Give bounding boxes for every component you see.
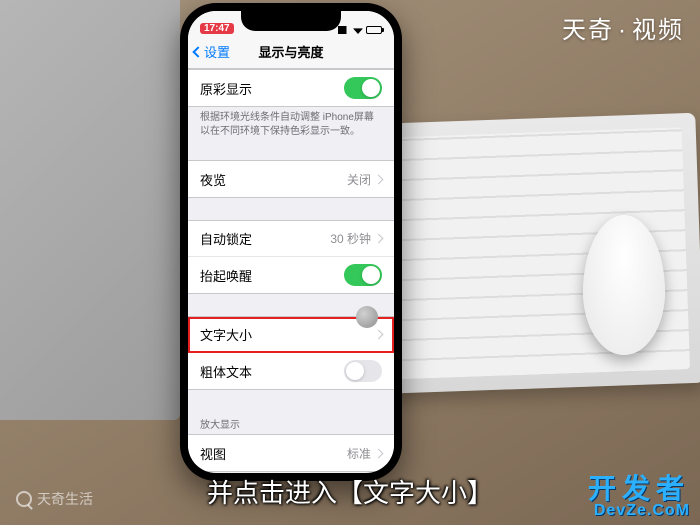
phone-frame: 17:47 设置 显示与亮度 原彩显示 根据环境光线条件自动调整 iPhone屏: [180, 3, 402, 481]
notch: [241, 11, 341, 31]
back-label: 设置: [204, 42, 230, 61]
row-night-shift[interactable]: 夜览 关闭: [188, 161, 394, 197]
phone-screen: 17:47 设置 显示与亮度 原彩显示 根据环境光线条件自动调整 iPhone屏: [188, 11, 394, 473]
group-zoom: 视图 标准: [188, 434, 394, 472]
true-tone-switch[interactable]: [344, 77, 382, 99]
chevron-right-icon: [374, 448, 384, 458]
battery-icon: [366, 26, 382, 34]
wifi-icon: [353, 26, 363, 34]
group-true-tone: 原彩显示: [188, 69, 394, 107]
night-shift-label: 夜览: [200, 170, 226, 189]
back-button[interactable]: 设置: [188, 42, 230, 61]
row-true-tone[interactable]: 原彩显示: [188, 70, 394, 106]
nav-bar: 设置 显示与亮度: [188, 35, 394, 69]
settings-content[interactable]: 原彩显示 根据环境光线条件自动调整 iPhone屏幕以在不同环境下保持色彩显示一…: [188, 69, 394, 473]
brightness-slider-knob[interactable]: [356, 306, 378, 328]
chevron-right-icon: [374, 174, 384, 184]
watermark-bottom-right: 开发者 DevZe.CoM: [588, 475, 690, 519]
zoom-header: 放大显示: [188, 412, 394, 434]
brand-br-line1: 开发者: [588, 475, 690, 503]
brand-tr-b: 视频: [632, 17, 684, 44]
row-auto-lock[interactable]: 自动锁定 30 秒钟: [188, 221, 394, 257]
signal-icon: [338, 26, 350, 34]
status-indicators: [338, 26, 382, 34]
row-view[interactable]: 视图 标准: [188, 435, 394, 471]
group-lock-wake: 自动锁定 30 秒钟 抬起唤醒: [188, 220, 394, 294]
auto-lock-value: 30 秒钟: [330, 230, 371, 247]
raise-to-wake-label: 抬起唤醒: [200, 266, 252, 285]
true-tone-footnote: 根据环境光线条件自动调整 iPhone屏幕以在不同环境下保持色彩显示一致。: [188, 107, 394, 138]
chevron-right-icon: [374, 234, 384, 244]
bold-text-label: 粗体文本: [200, 362, 252, 381]
text-size-label: 文字大小: [200, 325, 252, 344]
row-raise-to-wake[interactable]: 抬起唤醒: [188, 257, 394, 293]
status-time: 17:47: [200, 23, 234, 34]
group-night-shift: 夜览 关闭: [188, 160, 394, 198]
group-text: 文字大小 粗体文本: [188, 316, 394, 390]
row-bold-text[interactable]: 粗体文本: [188, 353, 394, 389]
view-value: 标准: [347, 445, 371, 462]
chevron-left-icon: [192, 46, 203, 57]
bold-text-switch[interactable]: [344, 360, 382, 382]
brand-br-line2: DevZe.CoM: [588, 503, 690, 519]
brand-tr-a: 天奇: [562, 17, 614, 44]
raise-to-wake-switch[interactable]: [344, 264, 382, 286]
chevron-right-icon: [374, 330, 384, 340]
true-tone-label: 原彩显示: [200, 79, 252, 98]
view-label: 视图: [200, 444, 226, 463]
night-shift-value: 关闭: [347, 171, 371, 188]
watermark-top-right: 天奇·视频: [562, 10, 684, 45]
auto-lock-label: 自动锁定: [200, 229, 252, 248]
